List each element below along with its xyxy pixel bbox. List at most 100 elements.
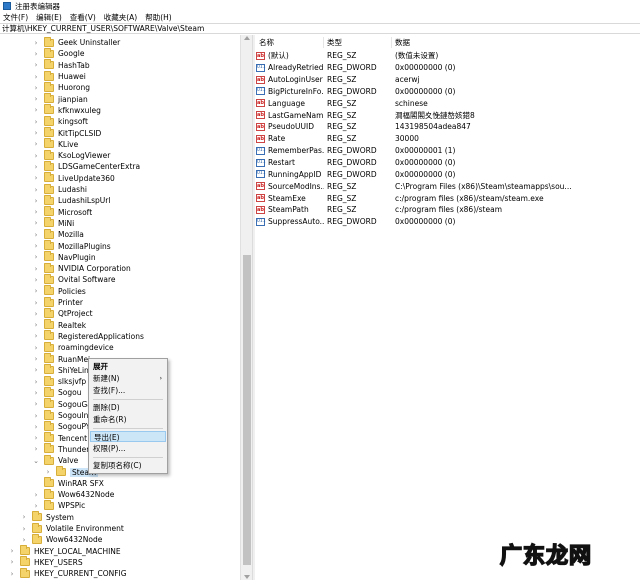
collapsed-chevron-icon[interactable]: › [32,299,40,307]
tree-node[interactable]: › SogouPY [32,420,90,432]
value-row[interactable]: abLastGameNam...REG_SZ 澗楅閣閣夊悗鏈嶅姟鍣8 [256,109,640,121]
collapsed-chevron-icon[interactable]: › [32,118,40,126]
value-row[interactable]: ab Rate REG_SZ 30000 [256,133,640,145]
tree-node[interactable]: › jianpian [32,93,88,105]
tree-node[interactable]: › LiveUpdate360 [32,172,115,184]
tree-node[interactable]: › HashTab [32,59,90,71]
tree-node[interactable]: › HKEY_USERS [8,556,83,568]
tree-node[interactable]: › Ovital Software [32,273,116,285]
tree-node[interactable]: › Tencent [32,432,87,444]
tree-node[interactable]: › KsoLogViewer [32,149,110,161]
collapsed-chevron-icon[interactable]: › [32,265,40,273]
collapsed-chevron-icon[interactable]: › [32,163,40,171]
collapsed-chevron-icon[interactable]: › [32,491,40,499]
collapsed-chevron-icon[interactable]: › [8,547,16,555]
collapsed-chevron-icon[interactable]: › [32,208,40,216]
menu-item-find[interactable]: 查找(F)... [90,385,166,396]
menu-view[interactable]: 查看(V) [70,12,96,23]
collapsed-chevron-icon[interactable]: › [32,378,40,386]
menu-help[interactable]: 帮助(H) [145,12,172,23]
collapsed-chevron-icon[interactable]: › [44,468,52,476]
value-row[interactable]: ab Language REG_SZ schinese [256,97,640,109]
menu-file[interactable]: 文件(F) [3,12,28,23]
collapsed-chevron-icon[interactable]: › [32,445,40,453]
tree-node[interactable]: WinRAR SFX [32,477,104,489]
column-header-data[interactable]: 数据 [392,37,640,48]
collapsed-chevron-icon[interactable]: › [32,366,40,374]
collapsed-chevron-icon[interactable]: › [32,332,40,340]
collapsed-chevron-icon[interactable]: › [32,276,40,284]
menu-item-expand[interactable]: 展开 [90,361,166,372]
collapsed-chevron-icon[interactable]: › [32,434,40,442]
collapsed-chevron-icon[interactable]: › [32,412,40,420]
tree-node[interactable]: › Google [32,47,84,59]
tree-node[interactable]: › Ludashi [32,183,87,195]
tree-node[interactable]: › ShiYeLine [32,364,93,376]
column-header-type[interactable]: 类型 [324,37,392,48]
tree-node[interactable]: › KLive [32,138,78,150]
tree-node[interactable]: › RuanMei [32,353,90,364]
tree-node[interactable]: › Wow6432Node [20,533,102,545]
value-row[interactable]: 011 RememberPas... REG_DWORD 0x00000001 (1) [256,145,640,157]
tree-node[interactable]: › LDSGameCenterExtra [32,160,140,172]
tree-node[interactable]: › MozillaPlugins [32,240,111,251]
collapsed-chevron-icon[interactable]: › [32,389,40,397]
value-row[interactable]: ab SteamExe REG_SZ c:/program files (x86)/s… [256,192,640,204]
collapsed-chevron-icon[interactable]: › [32,502,40,510]
address-bar[interactable]: 计算机\HKEY_CURRENT_USER\SOFTWARE\Valve\Ste… [0,23,640,34]
collapsed-chevron-icon[interactable]: › [32,186,40,194]
menu-item-rename[interactable]: 重命名(R) [90,414,166,425]
collapsed-chevron-icon[interactable]: › [32,310,40,318]
collapsed-chevron-icon[interactable]: › [32,400,40,408]
tree-node[interactable]: › Printer [32,296,83,308]
collapsed-chevron-icon[interactable]: › [32,287,40,295]
tree-node[interactable]: › LudashiLspUrl [32,194,110,206]
collapsed-chevron-icon[interactable]: › [32,231,40,239]
collapsed-chevron-icon[interactable]: › [32,73,40,81]
column-header-name[interactable]: 名称 [256,37,324,48]
collapsed-chevron-icon[interactable]: › [32,355,40,363]
value-row[interactable]: 011 BigPictureInFo... REG_DWORD 0x00000000 … [256,86,640,98]
tree-node[interactable]: › Policies [32,285,86,297]
menu-item-copy-key-name[interactable]: 复制项名称(C) [90,460,166,471]
tree-node[interactable]: › Wow6432Node [32,488,114,500]
tree-node[interactable]: ⌄ Valve [32,454,78,466]
expanded-chevron-icon[interactable]: ⌄ [32,457,40,465]
tree-node[interactable]: › Huorong [32,81,90,93]
tree-node[interactable]: › System [20,511,74,523]
tree-node[interactable]: › RegisteredApplications [32,330,144,342]
menu-item-new[interactable]: 新建(N) › [90,373,166,384]
collapsed-chevron-icon[interactable]: › [32,140,40,148]
collapsed-chevron-icon[interactable]: › [32,321,40,329]
tree-node[interactable]: › Huawei [32,70,86,82]
collapsed-chevron-icon[interactable]: › [32,253,40,261]
tree-node[interactable]: › QtProject [32,307,93,319]
menu-item-permissions[interactable]: 权限(P)... [90,443,166,454]
tree-node[interactable]: › Realtek [32,319,86,331]
collapsed-chevron-icon[interactable]: › [32,95,40,103]
collapsed-chevron-icon[interactable]: › [32,197,40,205]
collapsed-chevron-icon[interactable]: › [32,84,40,92]
collapsed-chevron-icon[interactable]: › [8,558,16,566]
tree-node[interactable]: › MiNi [32,217,74,229]
menu-item-export[interactable]: 导出(E) [90,431,166,442]
tree-node[interactable]: › Volatile Environment [20,522,124,534]
collapsed-chevron-icon[interactable]: › [32,423,40,431]
tree-node[interactable]: › NVIDIA Corporation [32,262,131,274]
collapsed-chevron-icon[interactable]: › [20,525,28,533]
collapsed-chevron-icon[interactable]: › [32,152,40,160]
tree-node[interactable]: › HKEY_CURRENT_CONFIG [8,567,127,579]
value-row[interactable]: 011 RunningAppID REG_DWORD 0x00000000 (0) [256,168,640,180]
scroll-down-arrow-icon[interactable] [244,575,250,579]
collapsed-chevron-icon[interactable]: › [32,39,40,47]
menu-item-delete[interactable]: 删除(D) [90,402,166,413]
value-row[interactable]: 011 SuppressAuto... REG_DWORD 0x00000000 (0… [256,216,640,228]
tree-node[interactable]: › Microsoft [32,206,92,218]
value-row[interactable]: ab SourceModIns... REG_SZ C:\Program Files … [256,180,640,192]
collapsed-chevron-icon[interactable]: › [32,50,40,58]
menu-favorites[interactable]: 收藏夹(A) [104,12,137,23]
tree-node[interactable]: › kfknwxuleg [32,104,101,116]
value-row[interactable]: ab AutoLoginUser REG_SZ acerwj [256,74,640,86]
collapsed-chevron-icon[interactable]: › [32,242,40,250]
tree-node[interactable]: › WPSPic [32,499,85,511]
